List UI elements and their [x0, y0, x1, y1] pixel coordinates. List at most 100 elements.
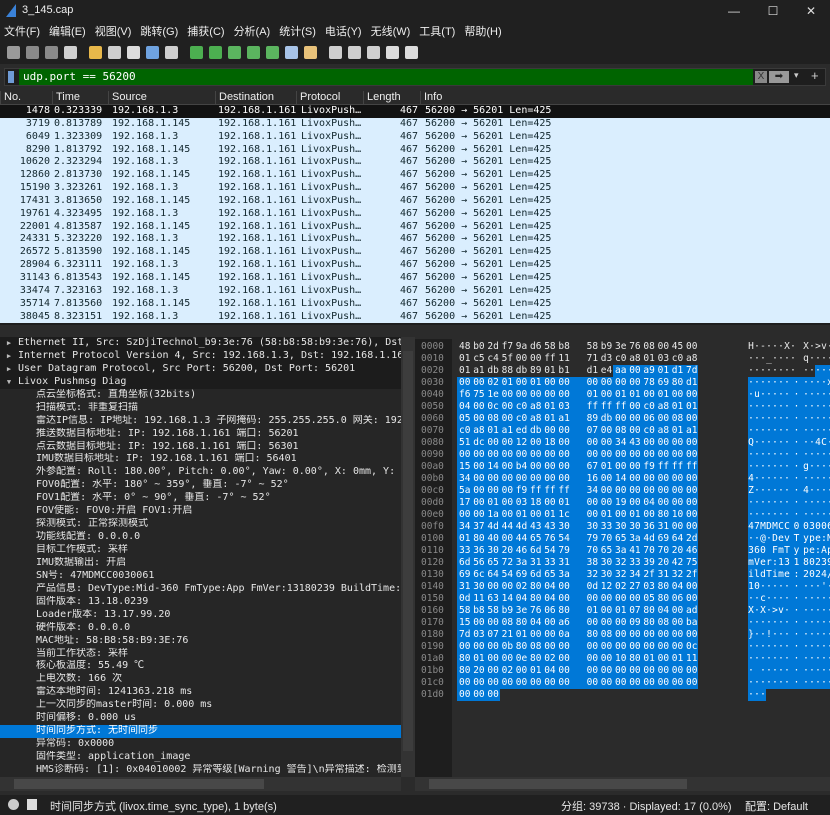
hex-byte[interactable]: 80	[528, 581, 543, 593]
hex-byte[interactable]: 00	[584, 497, 599, 509]
hex-byte[interactable]: 58	[457, 605, 472, 617]
hex-byte[interactable]: d1	[585, 365, 599, 377]
hex-byte[interactable]: 33	[598, 521, 613, 533]
find-icon[interactable]	[165, 46, 178, 59]
details-field[interactable]: 扫描模式: 非重复扫描	[0, 402, 401, 415]
hex-byte[interactable]: 00	[485, 653, 500, 665]
hex-byte[interactable]: 18	[542, 437, 557, 449]
scrollbar-thumb[interactable]	[14, 779, 264, 789]
ascii-char[interactable]: ·	[790, 617, 803, 629]
details-field[interactable]: 异常码: 0x0000	[0, 738, 401, 751]
hex-byte[interactable]: 01	[627, 389, 642, 401]
hex-byte[interactable]: 00	[598, 497, 613, 509]
hex-byte[interactable]: 76	[542, 533, 557, 545]
hex-byte[interactable]: ff	[598, 401, 613, 413]
hex-byte[interactable]: 00	[528, 509, 543, 521]
hex-byte[interactable]: b9	[599, 341, 613, 353]
hex-byte[interactable]: 00	[598, 485, 613, 497]
ascii-char[interactable]: ·	[790, 341, 796, 353]
hex-byte[interactable]: c0	[513, 401, 528, 413]
hex-byte[interactable]: 0b	[499, 641, 514, 653]
hex-byte[interactable]: 45	[670, 341, 684, 353]
hex-byte[interactable]: 0d	[584, 581, 599, 593]
first-packet-icon[interactable]	[247, 46, 260, 59]
hex-byte[interactable]: 00	[627, 449, 642, 461]
ascii-char[interactable]: ·	[790, 605, 803, 617]
hex-byte[interactable]: 02	[613, 581, 628, 593]
hex-byte[interactable]: 00	[641, 437, 656, 449]
hex-byte[interactable]: 00	[598, 617, 613, 629]
hex-byte[interactable]: 3a	[513, 557, 528, 569]
hex-byte[interactable]: 80	[528, 653, 543, 665]
hex-byte[interactable]: 00	[627, 461, 642, 473]
go-to-packet-icon[interactable]	[228, 46, 241, 59]
packet-row[interactable]: 8290 1.813792 192.168.1.145 192.168.1.161 Li…	[0, 143, 830, 157]
hex-byte[interactable]: 14	[485, 461, 500, 473]
hex-byte[interactable]: 46	[513, 545, 528, 557]
hex-byte[interactable]: 00	[684, 413, 699, 425]
hex-byte[interactable]: 42	[669, 557, 684, 569]
hex-byte[interactable]: 00	[499, 473, 514, 485]
hex-byte[interactable]: 00	[655, 497, 670, 509]
hex-byte[interactable]: 00	[669, 497, 684, 509]
go-back-icon[interactable]	[190, 46, 203, 59]
details-field[interactable]: 硬件版本: 0.0.0.0	[0, 622, 401, 635]
hex-byte[interactable]: 80	[669, 377, 684, 389]
hex-byte[interactable]: 80	[457, 653, 472, 665]
close-button[interactable]: ✕	[799, 3, 823, 19]
hex-byte[interactable]: 00	[556, 461, 585, 473]
hex-byte[interactable]: ba	[684, 617, 699, 629]
hex-byte[interactable]: 00	[627, 365, 642, 377]
hex-byte[interactable]: c0	[641, 425, 656, 437]
hex-byte[interactable]: 65	[598, 545, 613, 557]
hex-byte[interactable]: 80	[556, 605, 585, 617]
hex-byte[interactable]: 01	[499, 377, 514, 389]
hex-byte[interactable]: 6d	[457, 557, 472, 569]
packet-row[interactable]: 31143 6.813543 192.168.1.145 192.168.1.161 L…	[0, 271, 830, 285]
hex-byte[interactable]: 32	[613, 569, 628, 581]
hex-byte[interactable]: 00	[627, 677, 642, 689]
hex-byte[interactable]: 3a	[627, 533, 642, 545]
hex-byte[interactable]: 30	[556, 521, 585, 533]
hex-byte[interactable]: 65	[542, 569, 557, 581]
hex-byte[interactable]: 00	[499, 401, 514, 413]
hex-byte[interactable]: 00	[641, 389, 656, 401]
details-field[interactable]: 当前工作状态: 采样	[0, 648, 401, 661]
hex-byte[interactable]: 00	[669, 605, 684, 617]
ascii-char[interactable]: ·	[760, 689, 766, 701]
hex-byte[interactable]: 00	[471, 413, 486, 425]
hex-byte[interactable]: 31	[457, 581, 472, 593]
packet-row[interactable]: 28904 6.323111 192.168.1.3 192.168.1.161 Liv…	[0, 259, 830, 272]
hex-byte[interactable]: 00	[584, 677, 599, 689]
hex-byte[interactable]: 0e	[513, 653, 528, 665]
hex-byte[interactable]: f9	[513, 485, 528, 497]
hex-byte[interactable]: 88	[500, 365, 514, 377]
hex-byte[interactable]: 00	[499, 389, 514, 401]
hex-byte[interactable]: 71	[585, 353, 599, 365]
hex-byte[interactable]: 36	[471, 545, 486, 557]
capture-status-icon[interactable]	[8, 799, 19, 810]
hex-byte[interactable]: 00	[655, 665, 670, 677]
hex-byte[interactable]: 01	[669, 653, 684, 665]
hex-byte[interactable]: d1	[684, 377, 699, 389]
details-tree-node[interactable]: ▶ User Datagram Protocol, Src Port: 56200…	[0, 362, 401, 376]
hex-byte[interactable]: 04	[528, 617, 543, 629]
zoom-reset-icon[interactable]	[367, 46, 380, 59]
ascii-char[interactable]: ·	[790, 485, 803, 497]
hex-byte[interactable]: 00	[598, 377, 613, 389]
hex-byte[interactable]: 0c	[485, 401, 500, 413]
hex-byte[interactable]: 00	[556, 425, 585, 437]
hex-byte[interactable]: b1	[556, 365, 570, 377]
menu-item[interactable]: 电话(Y)	[325, 22, 362, 42]
hex-byte[interactable]: dc	[471, 437, 486, 449]
details-horizontal-scrollbar[interactable]	[0, 777, 401, 791]
hex-byte[interactable]: 00	[627, 473, 642, 485]
hex-byte[interactable]: a8	[528, 401, 543, 413]
hex-byte[interactable]: a6	[556, 617, 585, 629]
hex-byte[interactable]: 08	[499, 617, 514, 629]
hex-byte[interactable]: 54	[556, 533, 585, 545]
menu-item[interactable]: 帮助(H)	[464, 22, 501, 42]
hex-byte[interactable]: 0d	[457, 593, 472, 605]
hex-byte[interactable]: 00	[613, 461, 628, 473]
details-tree-node[interactable]: ▶ Ethernet II, Src: SzDjiTechnol_b9:3e:76…	[0, 337, 401, 350]
